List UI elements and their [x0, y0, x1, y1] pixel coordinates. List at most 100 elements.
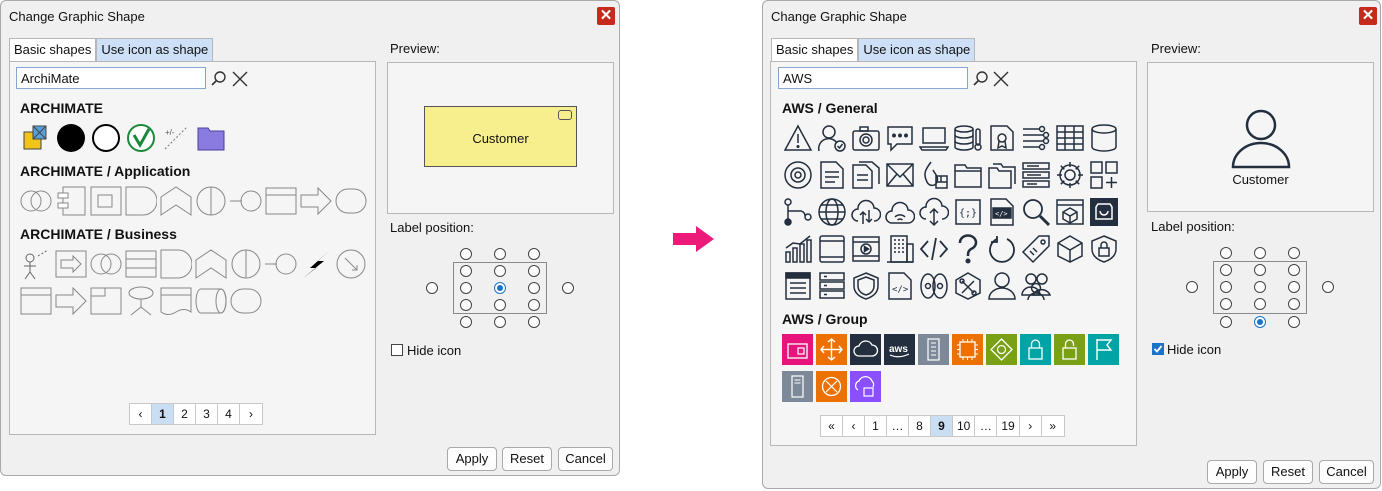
tab-use-icon-as-shape[interactable]: Use icon as shape — [96, 38, 214, 61]
folders-icon[interactable] — [986, 159, 1018, 191]
page-first-button[interactable]: « — [821, 416, 843, 436]
tab-basic-shapes[interactable]: Basic shapes — [771, 38, 859, 61]
app-interface-icon[interactable] — [230, 185, 262, 217]
cancel-button[interactable]: Cancel — [558, 447, 613, 471]
label-position-middle-right[interactable] — [1288, 281, 1300, 293]
label-position-top-left[interactable] — [460, 248, 472, 260]
label-position-bottom-left[interactable] — [460, 316, 472, 328]
and-junction-icon[interactable] — [55, 122, 87, 154]
apply-button[interactable]: Apply — [1207, 460, 1257, 484]
documents-icon[interactable] — [850, 159, 882, 191]
certificate-icon[interactable] — [986, 122, 1018, 154]
label-position-inner-bottom-center[interactable] — [494, 299, 506, 311]
close-button[interactable]: ✕ — [1359, 7, 1377, 25]
globe-icon[interactable] — [816, 196, 848, 228]
label-position-middle-left[interactable] — [460, 282, 472, 294]
server-contents-group-icon[interactable] — [782, 371, 813, 402]
business-interface-icon[interactable] — [265, 248, 297, 280]
servers-icon[interactable] — [816, 270, 848, 302]
user-icon[interactable] — [986, 270, 1018, 302]
toolkit-icon[interactable] — [952, 270, 984, 302]
email-icon[interactable] — [884, 159, 916, 191]
business-event-circle-icon[interactable] — [335, 248, 367, 280]
hide-icon-checkbox[interactable] — [1152, 343, 1164, 355]
document-icon[interactable] — [816, 159, 848, 191]
tape-storage-icon[interactable] — [918, 270, 950, 302]
label-position-inner-top-left[interactable] — [460, 265, 472, 277]
app-component-box-icon[interactable] — [90, 185, 122, 217]
label-position-inner-top-center[interactable] — [1254, 264, 1266, 276]
clear-icon[interactable] — [993, 71, 1009, 87]
label-position-outer-left[interactable] — [1186, 281, 1198, 293]
page-prev-button[interactable]: ‹ — [843, 416, 865, 436]
label-position-top-center[interactable] — [1254, 247, 1266, 259]
label-position-bottom-center[interactable] — [1254, 316, 1266, 328]
relationship-icon[interactable]: +/- — [160, 122, 192, 154]
marketplace-icon[interactable] — [1088, 196, 1120, 228]
region-flag-group-icon[interactable] — [1088, 334, 1119, 365]
generic-add-icon[interactable] — [1088, 159, 1120, 191]
label-position-bottom-right[interactable] — [528, 316, 540, 328]
page-button-1[interactable]: 1 — [152, 404, 174, 424]
recover-icon[interactable] — [986, 233, 1018, 265]
page-last-button[interactable]: » — [1042, 416, 1064, 436]
page-button-19[interactable]: 19 — [997, 416, 1020, 436]
business-function-icon[interactable] — [230, 248, 262, 280]
sdk-document-icon[interactable]: </> — [884, 270, 916, 302]
magnifier-icon[interactable] — [1020, 196, 1052, 228]
app-function-icon[interactable] — [195, 185, 227, 217]
cloud-wireless-icon[interactable] — [884, 196, 916, 228]
business-arrow-icon[interactable] — [55, 285, 87, 317]
spot-fleet-group-icon[interactable] — [986, 334, 1017, 365]
label-position-inner-bottom-left[interactable] — [1220, 298, 1232, 310]
html-document-icon[interactable]: </> — [986, 196, 1018, 228]
label-position-top-left[interactable] — [1220, 247, 1232, 259]
page-button-8[interactable]: 8 — [909, 416, 931, 436]
page-next-button[interactable]: › — [1020, 416, 1042, 436]
web-package-icon[interactable] — [1054, 196, 1086, 228]
close-button[interactable]: ✕ — [597, 7, 615, 25]
app-process-icon[interactable] — [125, 185, 157, 217]
multimedia-icon[interactable] — [850, 233, 882, 265]
label-position-inner-bottom-left[interactable] — [460, 299, 472, 311]
users-icon[interactable] — [1020, 270, 1052, 302]
cloud-transfer-icon[interactable] — [850, 196, 882, 228]
label-position-inner-bottom-right[interactable] — [528, 299, 540, 311]
search-input[interactable]: ArchiMate — [16, 67, 206, 89]
page-next-button[interactable]: › — [240, 404, 262, 424]
business-product-icon[interactable] — [90, 285, 122, 317]
page-button-3[interactable]: 3 — [196, 404, 218, 424]
label-position-inner-top-right[interactable] — [1288, 264, 1300, 276]
office-building-icon[interactable] — [884, 233, 916, 265]
or-junction-icon[interactable] — [90, 122, 122, 154]
aws-cloud-group-icon[interactable] — [850, 334, 881, 365]
page-button-1[interactable]: 1 — [865, 416, 887, 436]
hide-icon-checkbox[interactable] — [391, 344, 403, 356]
aws-cloud-logo-group-icon[interactable]: aws — [884, 334, 915, 365]
tab-basic-shapes[interactable]: Basic shapes — [9, 38, 97, 61]
page-button-9[interactable]: 9 — [931, 416, 953, 436]
user-check-icon[interactable] — [816, 122, 848, 154]
metrics-chart-icon[interactable] — [782, 233, 814, 265]
business-role-box-icon[interactable] — [20, 285, 52, 317]
private-subnet-group-icon[interactable] — [1020, 334, 1051, 365]
tag-icon[interactable] — [1020, 233, 1052, 265]
gear-icon[interactable] — [1054, 159, 1086, 191]
alert-icon[interactable] — [782, 122, 814, 154]
label-position-top-center[interactable] — [494, 248, 506, 260]
label-position-center[interactable] — [494, 282, 506, 294]
label-position-center[interactable] — [1254, 281, 1266, 293]
clear-icon[interactable] — [232, 71, 248, 87]
business-location-icon[interactable] — [125, 285, 157, 317]
label-position-middle-left[interactable] — [1220, 281, 1232, 293]
account-group-icon[interactable] — [782, 334, 813, 365]
label-position-top-right[interactable] — [1288, 247, 1300, 259]
label-position-top-right[interactable] — [528, 248, 540, 260]
chat-icon[interactable] — [884, 122, 916, 154]
page-prev-button[interactable]: ‹ — [130, 404, 152, 424]
business-role-cylinder-icon[interactable] — [195, 285, 227, 317]
database-icon[interactable] — [1088, 122, 1120, 154]
ec2-instance-group-icon[interactable] — [952, 334, 983, 365]
business-object-icon[interactable] — [125, 248, 157, 280]
question-icon[interactable] — [952, 233, 984, 265]
